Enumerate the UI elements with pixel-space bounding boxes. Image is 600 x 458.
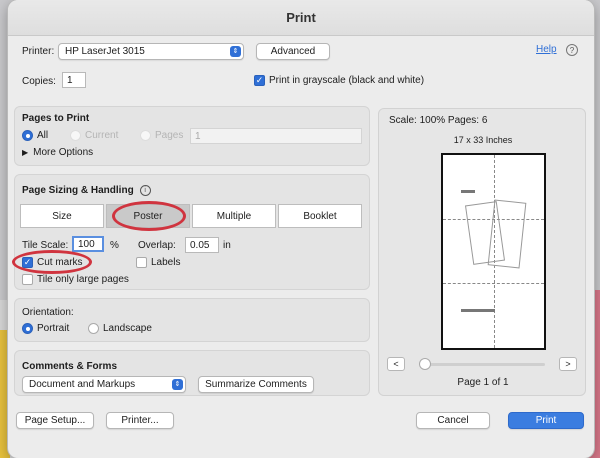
chevron-updown-icon: ⇕ xyxy=(230,46,241,57)
pages-range-radio[interactable] xyxy=(140,130,151,141)
print-dialog: Print Printer: HP LaserJet 3015 ⇕ Advanc… xyxy=(8,0,594,458)
pages-range-label: Pages xyxy=(155,130,184,141)
chevron-updown-icon: ⇕ xyxy=(172,379,183,390)
landscape-option[interactable]: Landscape xyxy=(88,323,152,334)
preview-content-shape xyxy=(487,199,527,269)
printer-label: Printer: xyxy=(22,46,55,57)
sizing-mode-segmented: Size Poster Multiple Booklet xyxy=(20,204,364,228)
print-button[interactable]: Print xyxy=(508,412,584,429)
tile-only-large-checkbox[interactable] xyxy=(22,274,33,285)
copies-input[interactable]: 1 xyxy=(62,72,86,88)
grayscale-checkbox[interactable]: ✓ xyxy=(254,75,265,86)
preview-size-text: 17 x 33 Inches xyxy=(453,135,513,145)
pages-current-label: Current xyxy=(85,130,119,141)
dialog-title: Print xyxy=(8,0,594,36)
sizing-heading: Page Sizing & Handling xyxy=(22,185,134,196)
tab-booklet[interactable]: Booklet xyxy=(278,204,362,228)
summarize-comments-button[interactable]: Summarize Comments xyxy=(198,376,314,393)
more-options-disclosure[interactable]: ▶ More Options xyxy=(22,147,93,158)
comments-heading: Comments & Forms xyxy=(22,361,118,372)
portrait-option[interactable]: Portrait xyxy=(22,323,69,334)
tab-size[interactable]: Size xyxy=(20,204,104,228)
disclosure-triangle-icon: ▶ xyxy=(22,148,29,157)
sizing-heading-row: Page Sizing & Handling i xyxy=(22,185,151,196)
printer-select-value: HP LaserJet 3015 xyxy=(65,46,145,57)
printer-button[interactable]: Printer... xyxy=(106,412,174,429)
pages-current-radio[interactable] xyxy=(70,130,81,141)
comments-select-value: Document and Markups xyxy=(29,379,136,390)
pages-current-option[interactable]: Current xyxy=(70,130,118,141)
overlap-unit: in xyxy=(223,240,231,251)
preview-content-mark xyxy=(461,309,495,312)
overlap-label: Overlap: xyxy=(138,240,176,251)
preview-scale-text: Scale: 100% Pages: 6 xyxy=(389,115,488,126)
copies-label: Copies: xyxy=(22,76,56,87)
comments-select[interactable]: Document and Markups ⇕ xyxy=(22,376,186,393)
overlap-input[interactable]: 0.05 xyxy=(185,237,219,253)
tile-scale-unit: % xyxy=(110,240,119,251)
landscape-label: Landscape xyxy=(103,323,152,334)
pages-heading: Pages to Print xyxy=(22,113,90,124)
pages-all-label: All xyxy=(37,130,49,141)
tile-scale-input[interactable]: 100 xyxy=(72,236,104,252)
tile-only-large-label: Tile only large pages xyxy=(37,274,129,285)
pages-all-option[interactable]: All xyxy=(22,130,48,141)
grayscale-label: Print in grayscale (black and white) xyxy=(269,75,425,86)
info-icon[interactable]: i xyxy=(139,185,151,196)
preview-prev-button[interactable]: < xyxy=(387,357,405,371)
portrait-label: Portrait xyxy=(37,323,70,334)
print-preview-pane: Scale: 100% Pages: 6 17 x 33 Inches < > … xyxy=(378,108,586,396)
pages-range-option[interactable]: Pages xyxy=(140,130,183,141)
preview-sheet xyxy=(441,153,546,350)
poster-highlight-ring xyxy=(112,201,186,231)
preview-content-mark xyxy=(461,190,475,193)
orientation-heading: Orientation: xyxy=(22,307,74,318)
pages-range-input[interactable]: 1 xyxy=(190,128,362,144)
tab-multiple[interactable]: Multiple xyxy=(192,204,276,228)
labels-label: Labels xyxy=(151,257,181,268)
preview-slider-knob[interactable] xyxy=(419,358,431,370)
help-link[interactable]: Help xyxy=(536,44,557,55)
page-indicator: Page 1 of 1 xyxy=(457,377,509,388)
tile-only-large-option[interactable]: Tile only large pages xyxy=(22,274,129,285)
labels-option[interactable]: Labels xyxy=(136,257,180,268)
landscape-radio[interactable] xyxy=(88,323,99,334)
printer-select[interactable]: HP LaserJet 3015 ⇕ xyxy=(58,43,244,60)
advanced-button[interactable]: Advanced xyxy=(256,43,330,60)
cancel-button[interactable]: Cancel xyxy=(416,412,490,429)
tile-divider-lower xyxy=(443,283,544,284)
portrait-radio[interactable] xyxy=(22,323,33,334)
preview-next-button[interactable]: > xyxy=(559,357,577,371)
grayscale-option[interactable]: ✓ Print in grayscale (black and white) xyxy=(254,75,424,86)
pages-all-radio[interactable] xyxy=(22,130,33,141)
help-question-icon[interactable]: ? xyxy=(566,44,578,56)
orientation-group xyxy=(14,298,370,342)
more-options-label: More Options xyxy=(33,147,94,158)
labels-checkbox[interactable] xyxy=(136,257,147,268)
page-setup-button[interactable]: Page Setup... xyxy=(16,412,94,429)
preview-slider-track[interactable] xyxy=(421,363,545,366)
cut-marks-highlight-ring xyxy=(12,250,92,274)
